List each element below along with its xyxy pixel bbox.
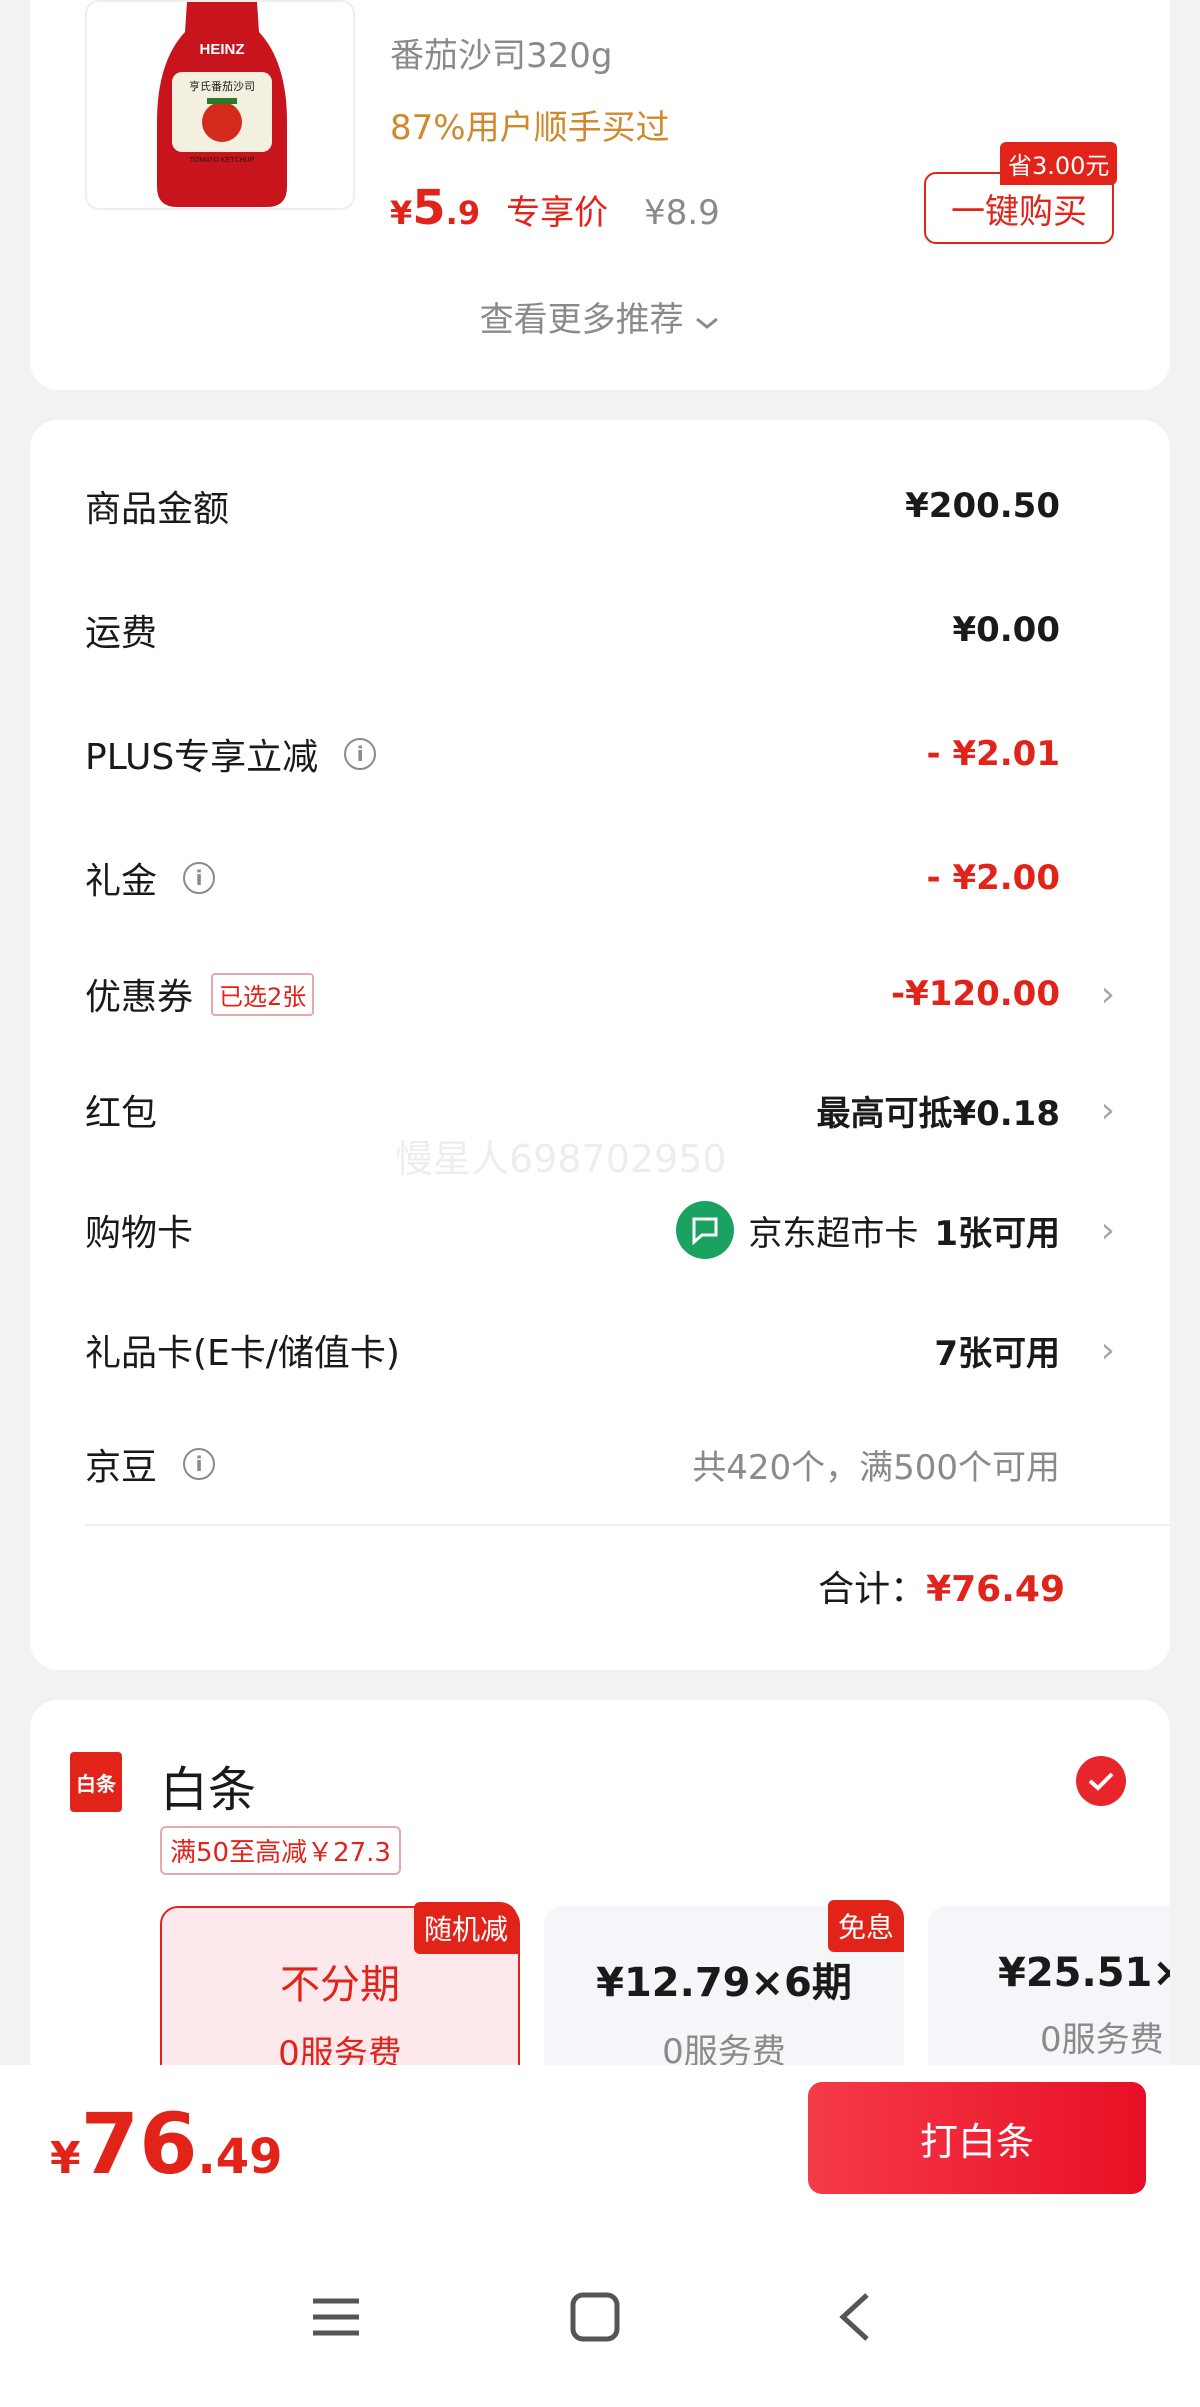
back-icon[interactable] xyxy=(820,2282,890,2352)
plus-discount-label-wrap: PLUS专享立减 i xyxy=(85,728,377,780)
goods-amount-label: 商品金额 xyxy=(85,489,230,530)
gift-card-label: 礼品卡(E卡/储值卡) xyxy=(85,1333,400,1374)
order-summary-card: 商品金额 ¥200.50 运费 ¥0.00 PLUS专享立减 i - ¥2.01… xyxy=(30,420,1170,1670)
coupon-label-wrap: 优惠券 已选2张 xyxy=(85,968,315,1020)
pay-baitiao-button[interactable]: 打白条 xyxy=(808,2082,1146,2194)
plus-discount-row: PLUS专享立减 i - ¥2.01 xyxy=(85,724,1115,784)
plan-fee-text: 0服务费 xyxy=(1040,2020,1164,2060)
total-integer: 76 xyxy=(80,2095,198,2193)
plan-badge: 随机减 xyxy=(413,1902,518,1954)
chevron-right-icon: › xyxy=(1100,1089,1115,1131)
plan-main-text: ¥25.51×3 xyxy=(998,1950,1170,1996)
total-decimal: .49 xyxy=(197,2129,283,2185)
plan-main-text: ¥12.79×6期 xyxy=(596,1960,852,2006)
red-packet-label: 红包 xyxy=(85,1093,158,1134)
original-price: ¥8.9 xyxy=(644,193,720,233)
coupon-label: 优惠券 xyxy=(85,977,194,1018)
baitiao-title: 白条 xyxy=(160,1762,257,1818)
checkmark-icon[interactable] xyxy=(1076,1756,1126,1806)
price-integer: 5 xyxy=(412,180,446,236)
menu-icon[interactable] xyxy=(301,2282,371,2352)
gift-money-label-wrap: 礼金 i xyxy=(85,852,216,904)
coupon-selected-tag: 已选2张 xyxy=(211,972,315,1016)
chevron-right-icon: › xyxy=(1100,1209,1115,1251)
save-badge: 省3.00元 xyxy=(1000,142,1118,185)
more-recommend-link[interactable]: 查看更多推荐 xyxy=(30,292,1170,341)
gift-money-value: - ¥2.00 xyxy=(926,858,1061,898)
price-row: ¥ 5 .9 专享价 ¥8.9 xyxy=(390,180,720,236)
subtotal-value: ¥76.49 xyxy=(926,1569,1065,1610)
total-symbol: ¥ xyxy=(50,2133,81,2184)
plus-discount-label: PLUS专享立减 xyxy=(85,737,319,778)
bottom-total: ¥ 76 .49 xyxy=(50,2095,283,2193)
price-decimal: .9 xyxy=(445,194,481,232)
gift-card-row[interactable]: 礼品卡(E卡/储值卡) 7张可用 › xyxy=(85,1320,1115,1380)
coupon-row[interactable]: 优惠券 已选2张 -¥120.00 › xyxy=(85,964,1115,1024)
watermark: 慢星人698702950 xyxy=(395,1137,727,1181)
plan-badge: 免息 xyxy=(827,1900,904,1952)
info-icon[interactable]: i xyxy=(183,1448,216,1480)
product-label-text: 亨氏番茄沙司 xyxy=(189,79,255,93)
price-symbol: ¥ xyxy=(390,194,413,232)
jd-bean-value: 共420个，满500个可用 xyxy=(692,1447,1060,1488)
baitiao-card: 白条 白条 满50至高减￥27.3 不分期 0服务费 随机减 ¥12.79×6期… xyxy=(30,1700,1170,2120)
supermarket-card-icon xyxy=(676,1201,735,1259)
subtotal-label: 合计： xyxy=(818,1569,927,1610)
shopping-card-name: 京东超市卡 xyxy=(748,1213,919,1254)
product-image[interactable]: HEINZ 亨氏番茄沙司 TOMATO KETCHUP xyxy=(85,0,355,210)
gift-card-value: 7张可用 xyxy=(934,1333,1060,1374)
bought-text: 87%用户顺手买过 xyxy=(390,108,670,148)
jd-bean-label-wrap: 京豆 i xyxy=(85,1438,216,1490)
shipping-label: 运费 xyxy=(85,613,158,654)
home-icon[interactable] xyxy=(560,2282,630,2352)
more-recommend-label: 查看更多推荐 xyxy=(479,300,684,340)
shopping-card-count: 1张可用 xyxy=(934,1213,1060,1254)
shopping-card-row[interactable]: 购物卡 京东超市卡 1张可用 › xyxy=(85,1200,1115,1260)
jd-bean-label: 京豆 xyxy=(85,1447,158,1488)
goods-amount-row: 商品金额 ¥200.50 xyxy=(85,476,1115,536)
product-brand-text: HEINZ xyxy=(200,41,245,58)
info-icon[interactable]: i xyxy=(344,738,377,770)
gift-money-label: 礼金 xyxy=(85,861,158,902)
plus-discount-value: - ¥2.01 xyxy=(926,734,1061,774)
gift-money-row: 礼金 i - ¥2.00 xyxy=(85,848,1115,908)
shopping-card-label: 购物卡 xyxy=(85,1213,194,1254)
divider xyxy=(85,1524,1170,1526)
coupon-value: -¥120.00 xyxy=(891,974,1060,1014)
subtotal-row: 合计： ¥76.49 xyxy=(818,1560,1065,1612)
shopping-card-value-wrap: 京东超市卡 1张可用 xyxy=(676,1201,1060,1259)
chevron-right-icon: › xyxy=(1100,973,1115,1015)
recommend-card: HEINZ 亨氏番茄沙司 TOMATO KETCHUP 番茄沙司320g 87%… xyxy=(30,0,1170,390)
baitiao-logo-icon: 白条 xyxy=(70,1752,122,1812)
red-packet-value: 最高可抵¥0.18 xyxy=(816,1093,1060,1134)
price-tag: 专享价 xyxy=(506,193,609,233)
goods-amount-value: ¥200.50 xyxy=(905,486,1060,526)
jd-bean-row: 京豆 i 共420个，满500个可用 xyxy=(85,1434,1115,1494)
baitiao-promo-tag: 满50至高减￥27.3 xyxy=(160,1826,401,1875)
chevron-down-icon xyxy=(694,300,720,340)
plan-main-text: 不分期 xyxy=(280,1962,400,2008)
shipping-value: ¥0.00 xyxy=(952,610,1060,650)
chevron-right-icon: › xyxy=(1100,1329,1115,1371)
product-sub-text: TOMATO KETCHUP xyxy=(190,157,255,164)
shipping-row: 运费 ¥0.00 xyxy=(85,600,1115,660)
info-icon[interactable]: i xyxy=(183,862,216,894)
product-name[interactable]: 番茄沙司320g xyxy=(390,28,612,77)
